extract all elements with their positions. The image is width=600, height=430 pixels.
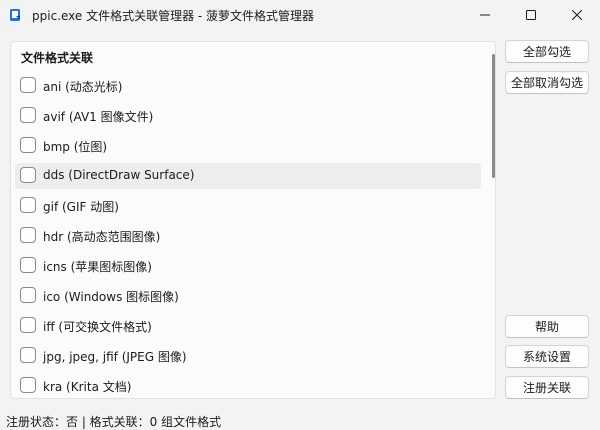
- checkbox[interactable]: [20, 197, 36, 213]
- checkbox[interactable]: [20, 287, 36, 303]
- checkbox[interactable]: [20, 227, 36, 243]
- title-bar: ppic.exe 文件格式关联管理器 - 菠萝文件格式管理器: [0, 0, 600, 30]
- help-button[interactable]: 帮助: [505, 315, 589, 338]
- close-button[interactable]: [554, 0, 600, 30]
- format-item-label: hdr (高动态范围图像): [43, 230, 161, 244]
- format-item-jpg[interactable]: jpg, jpeg, jfif (JPEG 图像): [15, 343, 481, 369]
- format-item-label: gif (GIF 动图): [43, 200, 119, 214]
- format-association-panel: 文件格式关联 ani (动态光标) avif (AV1 图像文件) bmp (位…: [10, 41, 496, 399]
- checkbox[interactable]: [20, 77, 36, 93]
- checkbox[interactable]: [20, 107, 36, 123]
- format-item-avif[interactable]: avif (AV1 图像文件): [15, 103, 481, 129]
- format-item-label: bmp (位图): [43, 140, 108, 154]
- checkbox[interactable]: [20, 137, 36, 153]
- vertical-scrollbar[interactable]: [492, 54, 495, 178]
- status-bar: 注册状态：否 | 格式关联：0 组文件格式: [6, 415, 222, 429]
- checkbox[interactable]: [20, 257, 36, 273]
- maximize-button[interactable]: [508, 0, 554, 30]
- close-icon: [572, 10, 582, 20]
- format-item-ico[interactable]: ico (Windows 图标图像): [15, 283, 481, 309]
- app-icon: [10, 9, 20, 21]
- format-item-label: jpg, jpeg, jfif (JPEG 图像): [43, 350, 187, 364]
- format-item-label: icns (苹果图标图像): [43, 260, 152, 274]
- panel-header: 文件格式关联: [21, 51, 94, 65]
- deselect-all-button[interactable]: 全部取消勾选: [505, 71, 589, 94]
- format-item-label: iff (可交换文件格式): [43, 320, 152, 334]
- checkbox[interactable]: [20, 377, 36, 393]
- system-settings-button[interactable]: 系统设置: [505, 345, 589, 368]
- format-item-icns[interactable]: icns (苹果图标图像): [15, 253, 481, 279]
- format-item-label: dds (DirectDraw Surface): [43, 168, 195, 182]
- format-item-gif[interactable]: gif (GIF 动图): [15, 193, 481, 219]
- minimize-button[interactable]: [462, 0, 508, 30]
- format-item-hdr[interactable]: hdr (高动态范围图像): [15, 223, 481, 249]
- window-title: ppic.exe 文件格式关联管理器 - 菠萝文件格式管理器: [32, 9, 315, 23]
- minimize-icon: [480, 14, 490, 16]
- format-item-label: avif (AV1 图像文件): [43, 110, 154, 124]
- format-item-ani[interactable]: ani (动态光标): [15, 73, 481, 99]
- format-item-iff[interactable]: iff (可交换文件格式): [15, 313, 481, 339]
- format-item-kra[interactable]: kra (Krita 文档): [15, 373, 481, 398]
- format-item-label: ico (Windows 图标图像): [43, 290, 179, 304]
- format-item-label: ani (动态光标): [43, 80, 123, 94]
- maximize-icon: [526, 10, 536, 20]
- select-all-button[interactable]: 全部勾选: [505, 40, 589, 63]
- checkbox[interactable]: [20, 317, 36, 333]
- format-item-dds[interactable]: dds (DirectDraw Surface): [15, 163, 481, 189]
- format-item-bmp[interactable]: bmp (位图): [15, 133, 481, 159]
- format-item-label: kra (Krita 文档): [43, 380, 132, 394]
- register-association-button[interactable]: 注册关联: [505, 376, 589, 399]
- checkbox[interactable]: [20, 347, 36, 363]
- checkbox[interactable]: [20, 167, 36, 183]
